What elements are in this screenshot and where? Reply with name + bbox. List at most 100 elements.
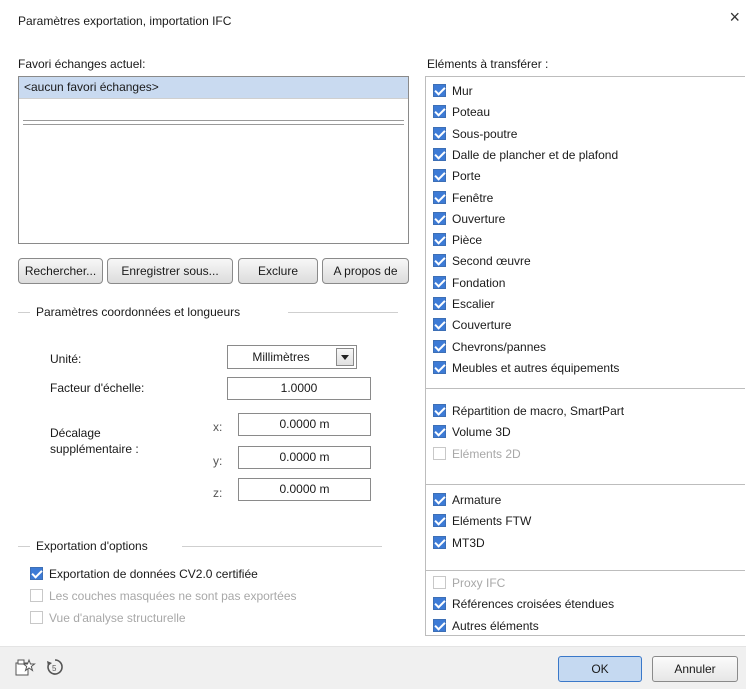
- option-structural-view-label: Vue d'analyse structurelle: [49, 610, 186, 625]
- checkbox-checked-icon[interactable]: [433, 318, 446, 331]
- checkbox-checked-icon[interactable]: [433, 84, 446, 97]
- unit-dropdown-value: Millimètres: [252, 350, 310, 364]
- coords-group-line-left: [18, 312, 30, 313]
- element-checkbox-label: Fenêtre: [452, 190, 494, 205]
- element-checkbox[interactable]: Fenêtre: [433, 189, 493, 206]
- checkbox-checked-icon[interactable]: [433, 425, 446, 438]
- element-checkbox[interactable]: Eléments 2D: [433, 445, 521, 462]
- x-label: x:: [213, 420, 223, 434]
- save-as-button[interactable]: Enregistrer sous...: [107, 258, 233, 284]
- offset-label-line1: Décalage: [50, 426, 101, 440]
- exclude-button[interactable]: Exclure: [238, 258, 318, 284]
- element-checkbox[interactable]: Dalle de plancher et de plafond: [433, 146, 618, 163]
- checkbox-checked-icon[interactable]: [433, 361, 446, 374]
- options-group-line-right: [182, 546, 382, 547]
- z-offset-field[interactable]: 0.0000 m: [238, 478, 371, 501]
- element-checkbox[interactable]: Escalier: [433, 295, 495, 312]
- element-checkbox-label: Poteau: [452, 104, 491, 119]
- element-checkbox[interactable]: Armature: [433, 491, 501, 508]
- reset-icon[interactable]: 5: [44, 656, 66, 678]
- checkbox-checked-icon[interactable]: [433, 276, 446, 289]
- checkbox-checked-icon[interactable]: [433, 340, 446, 353]
- element-checkbox[interactable]: Meubles et autres équipements: [433, 359, 619, 376]
- element-checkbox-label: Armature: [452, 492, 502, 507]
- element-checkbox-label: Meubles et autres équipements: [452, 360, 620, 375]
- element-checkbox-label: Escalier: [452, 296, 495, 311]
- elements-divider: [426, 484, 745, 485]
- favorites-list-empty-row: [23, 99, 404, 121]
- element-checkbox-label: Répartition de macro, SmartPart: [452, 403, 625, 418]
- checkbox-checked-icon[interactable]: [433, 597, 446, 610]
- element-checkbox[interactable]: Poteau: [433, 103, 490, 120]
- chevron-down-icon[interactable]: [336, 348, 354, 366]
- checkbox-checked-icon[interactable]: [433, 254, 446, 267]
- checkbox-unchecked-icon[interactable]: [433, 447, 446, 460]
- checkbox-checked-icon[interactable]: [433, 619, 446, 632]
- element-checkbox[interactable]: Couverture: [433, 316, 511, 333]
- unit-dropdown[interactable]: Millimètres: [227, 345, 357, 369]
- element-checkbox[interactable]: Sous-poutre: [433, 125, 517, 142]
- favorites-list-item[interactable]: <aucun favori échanges>: [19, 77, 408, 99]
- options-group-line-left: [18, 546, 30, 547]
- checkbox-checked-icon[interactable]: [433, 169, 446, 182]
- element-checkbox-label: Eléments 2D: [452, 446, 521, 461]
- checkbox-checked-icon[interactable]: [30, 567, 43, 580]
- element-checkbox[interactable]: Autres éléments: [433, 617, 539, 634]
- search-button[interactable]: Rechercher...: [18, 258, 103, 284]
- unit-label: Unité:: [50, 352, 82, 366]
- option-cv2-checkbox[interactable]: Exportation de données CV2.0 certifiée: [30, 565, 258, 582]
- element-checkbox[interactable]: Porte: [433, 167, 481, 184]
- checkbox-checked-icon[interactable]: [433, 148, 446, 161]
- option-hidden-layers-checkbox[interactable]: Les couches masquées ne sont pas exporté…: [30, 587, 297, 604]
- ok-button[interactable]: OK: [558, 656, 642, 682]
- favorites-label: Favori échanges actuel:: [18, 57, 146, 71]
- element-checkbox[interactable]: Références croisées étendues: [433, 595, 614, 612]
- element-checkbox[interactable]: Volume 3D: [433, 423, 511, 440]
- element-checkbox-label: Références croisées étendues: [452, 596, 615, 611]
- element-checkbox[interactable]: Répartition de macro, SmartPart: [433, 402, 624, 419]
- checkbox-checked-icon[interactable]: [433, 212, 446, 225]
- element-checkbox[interactable]: Chevrons/pannes: [433, 338, 546, 355]
- dialog-title: Paramètres exportation, importation IFC: [18, 14, 232, 28]
- favorites-list-divider: [23, 121, 404, 125]
- checkbox-checked-icon[interactable]: [433, 297, 446, 310]
- checkbox-unchecked-icon[interactable]: [433, 576, 446, 589]
- element-checkbox[interactable]: Pièce: [433, 231, 482, 248]
- options-group-legend: Exportation d'options: [36, 539, 148, 553]
- checkbox-checked-icon[interactable]: [433, 105, 446, 118]
- checkbox-checked-icon[interactable]: [433, 514, 446, 527]
- checkbox-unchecked-icon[interactable]: [30, 611, 43, 624]
- close-icon[interactable]: ×: [729, 8, 740, 26]
- checkbox-checked-icon[interactable]: [433, 127, 446, 140]
- x-offset-field[interactable]: 0.0000 m: [238, 413, 371, 436]
- y-offset-field[interactable]: 0.0000 m: [238, 446, 371, 469]
- element-checkbox[interactable]: Mur: [433, 82, 473, 99]
- element-checkbox-label: Volume 3D: [452, 424, 511, 439]
- about-button[interactable]: A propos de: [322, 258, 409, 284]
- element-checkbox[interactable]: Fondation: [433, 274, 505, 291]
- element-checkbox[interactable]: Proxy IFC: [433, 574, 505, 591]
- checkbox-checked-icon[interactable]: [433, 404, 446, 417]
- element-checkbox[interactable]: MT3D: [433, 534, 485, 551]
- checkbox-checked-icon[interactable]: [433, 233, 446, 246]
- element-checkbox-label: Pièce: [452, 232, 483, 247]
- favorites-list[interactable]: <aucun favori échanges>: [18, 76, 409, 244]
- cancel-button[interactable]: Annuler: [652, 656, 738, 682]
- checkbox-checked-icon[interactable]: [433, 191, 446, 204]
- checkbox-checked-icon[interactable]: [433, 493, 446, 506]
- checkbox-checked-icon[interactable]: [433, 536, 446, 549]
- scale-label: Facteur d'échelle:: [50, 381, 145, 395]
- element-checkbox-label: Sous-poutre: [452, 126, 518, 141]
- favorite-icon[interactable]: [14, 657, 36, 679]
- option-structural-view-checkbox[interactable]: Vue d'analyse structurelle: [30, 609, 186, 626]
- coords-group-line-right: [288, 312, 398, 313]
- scale-field[interactable]: 1.0000: [227, 377, 371, 400]
- element-checkbox-label: Couverture: [452, 317, 512, 332]
- element-checkbox-label: Porte: [452, 168, 481, 183]
- element-checkbox[interactable]: Eléments FTW: [433, 512, 531, 529]
- element-checkbox[interactable]: Second œuvre: [433, 252, 531, 269]
- element-checkbox[interactable]: Ouverture: [433, 210, 505, 227]
- checkbox-unchecked-icon[interactable]: [30, 589, 43, 602]
- option-hidden-layers-label: Les couches masquées ne sont pas exporté…: [49, 588, 297, 603]
- element-checkbox-label: Ouverture: [452, 211, 506, 226]
